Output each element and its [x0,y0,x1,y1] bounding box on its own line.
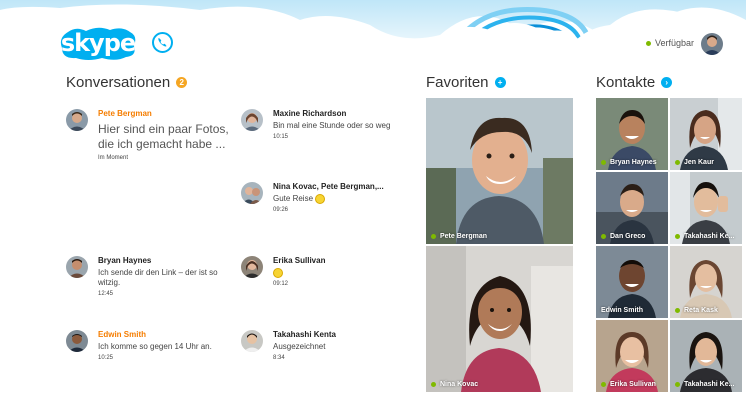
conversation-name: Maxine Richardson [273,109,347,118]
online-status-dot [431,234,436,239]
add-favorite-icon[interactable]: + [494,77,506,88]
favorite-tile[interactable]: Pete Bergman [426,98,573,244]
contact-tile[interactable]: Edwin Smith [596,246,668,318]
conversation-item[interactable]: Maxine Richardson Bin mal eine Stunde od… [241,109,408,140]
avatar [66,109,88,131]
phone-icon [158,38,167,47]
conversation-name: Pete Bergman [98,109,152,118]
conversation-time: Im Moment [98,155,129,161]
conversation-message: Bin mal eine Stunde oder so weg [273,121,391,130]
online-status-dot [675,382,680,387]
contact-label: Reta Kask [675,307,718,314]
skype-logo-text: skype [60,29,136,57]
contact-label: Bryan Haynes [601,159,657,166]
favorites-header[interactable]: Favoriten + [426,74,506,91]
contact-label: Edwin Smith [601,307,643,314]
contact-label: Takahashi Ke... [675,381,734,388]
online-status-dot [601,160,606,165]
online-status-dot [645,40,651,46]
conversation-name: Takahashi Kenta [273,330,336,339]
contact-photo [426,98,573,244]
conversation-message: Gute Reise [273,194,408,204]
conversation-time: 09:12 [273,281,289,288]
contact-tile[interactable]: Takahashi Ke... [670,320,742,392]
conversation-name: Edwin Smith [98,330,146,339]
conversation-item[interactable]: Takahashi Kenta Ausgezeichnet 8:34 [241,330,408,361]
conversation-time: 10:25 [98,355,114,361]
online-status-dot [601,234,606,239]
smiley-emoji-icon [273,268,283,278]
smiley-emoji-icon [315,194,326,204]
contact-tile[interactable]: Dan Greco [596,172,668,244]
contacts-header[interactable]: Kontakte › [596,74,673,91]
conversation-item[interactable]: Erika Sullivan 09:12 [241,256,408,287]
avatar [241,182,263,204]
conversations-header: Konversationen 2 [66,74,188,91]
contact-label: Erika Sullivan [601,381,656,388]
conversation-message [273,268,408,278]
conversation-time: 10:15 [273,134,289,140]
online-status-dot [675,234,680,239]
conversation-item[interactable]: Pete Bergman Hier sind ein paar Fotos, d… [66,109,233,161]
contact-tile[interactable]: Reta Kask [670,246,742,318]
favorite-tile[interactable]: Nina Kovac [426,246,573,392]
call-button[interactable] [152,32,173,53]
avatar [241,330,263,352]
contact-label: Dan Greco [601,233,645,240]
skype-logo: skype [58,26,138,62]
conversation-message-text: Gute Reise [273,194,314,204]
conversation-item[interactable]: Edwin Smith Ich komme so gegen 14 Uhr an… [66,330,233,361]
conversation-item[interactable]: Nina Kovac, Pete Bergman,... Gute Reise … [241,182,408,213]
conversation-message: Hier sind ein paar Fotos, die ich gemach… [98,122,229,151]
contact-tile[interactable]: Bryan Haynes [596,98,668,170]
contact-name: Takahashi Ke... [684,233,735,240]
contact-label: Takahashi Ke... [675,233,734,240]
online-status-dot [431,382,436,387]
online-status-dot [601,382,606,387]
contact-label: Jen Kaur [675,159,714,166]
conversation-time: 09:26 [273,207,289,214]
conversations-title: Konversationen [66,74,171,91]
conversation-name: Erika Sullivan [273,256,326,265]
avatar [241,256,263,278]
contact-name: Bryan Haynes [610,159,657,166]
contacts-title: Kontakte [596,74,656,91]
contact-label: Nina Kovac [431,381,478,388]
presence-status[interactable]: Verfügbar [645,38,694,48]
conversation-message: Ausgezeichnet [273,342,326,351]
avatar [66,330,88,352]
user-avatar[interactable] [701,33,723,55]
avatar [66,256,88,278]
conversation-name: Bryan Haynes [98,256,152,265]
contact-label: Pete Bergman [431,233,487,240]
conversation-message: Ich komme so gegen 14 Uhr an. [98,342,212,351]
online-status-dot [675,160,680,165]
contact-tile[interactable]: Takahashi Ke... [670,172,742,244]
contact-photo [426,246,573,392]
conversation-name: Nina Kovac, Pete Bergman,... [273,182,384,191]
contact-name: Dan Greco [610,233,646,240]
contact-name: Jen Kaur [684,159,714,166]
conversation-item[interactable]: Bryan Haynes Ich sende dir den Link – de… [66,256,233,297]
avatar [241,109,263,131]
online-status-dot [675,308,680,313]
contact-name: Erika Sullivan [610,381,656,388]
contact-name: Edwin Smith [601,307,643,314]
contact-name: Takahashi Ke... [684,381,735,388]
contact-name: Reta Kask [684,307,718,314]
conversation-time: 8:34 [273,355,285,361]
presence-status-label: Verfügbar [654,38,694,48]
conversations-unread-badge: 2 [176,77,188,88]
contact-name: Pete Bergman [440,233,488,240]
conversation-message: Ich sende dir den Link – der ist so witz… [98,268,218,287]
contact-tile[interactable]: Erika Sullivan [596,320,668,392]
favorites-title: Favoriten [426,74,489,91]
conversation-time: 12:45 [98,291,114,297]
contact-tile[interactable]: Jen Kaur [670,98,742,170]
contacts-arrow-icon[interactable]: › [661,77,673,88]
contact-name: Nina Kovac [440,381,479,388]
